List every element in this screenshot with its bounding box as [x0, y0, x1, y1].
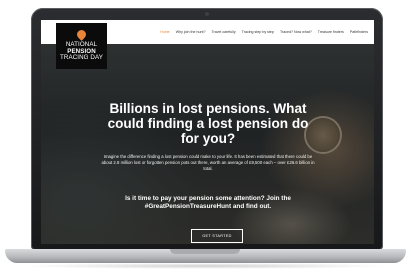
nav-item-why-join[interactable]: Why join the hunt?	[176, 30, 206, 34]
hero-title: Billions in lost pensions. What could fi…	[107, 101, 309, 147]
nav-item-traced[interactable]: Traced? Now what?	[280, 30, 312, 34]
hero-section: Billions in lost pensions. What could fi…	[41, 44, 374, 244]
nav-item-treasure-finders[interactable]: Treasure finders	[318, 30, 344, 34]
get-started-button[interactable]: GET STARTED	[191, 229, 243, 243]
laptop-base-notch	[170, 249, 240, 254]
site-logo[interactable]: NATIONAL PENSION TRACING DAY	[56, 23, 107, 69]
camera-icon	[205, 12, 209, 16]
nav-item-travel-carefully[interactable]: Travel carefully	[211, 30, 235, 34]
nav-item-pathfinders[interactable]: Pathfinders	[350, 30, 368, 34]
laptop-shadow	[20, 263, 391, 269]
logo-line-3: TRACING DAY	[60, 54, 103, 62]
nav-item-home[interactable]: Home	[160, 30, 170, 34]
hero-cta-text: Is it time to pay your pension some atte…	[125, 195, 291, 211]
hero-body-text: Imagine the difference finding a lost pe…	[101, 154, 315, 171]
map-pin-icon	[75, 28, 88, 42]
laptop-screen: Billions in lost pensions. What could fi…	[41, 20, 374, 244]
nav-item-tracing-steps[interactable]: Tracing step by step	[242, 30, 274, 34]
